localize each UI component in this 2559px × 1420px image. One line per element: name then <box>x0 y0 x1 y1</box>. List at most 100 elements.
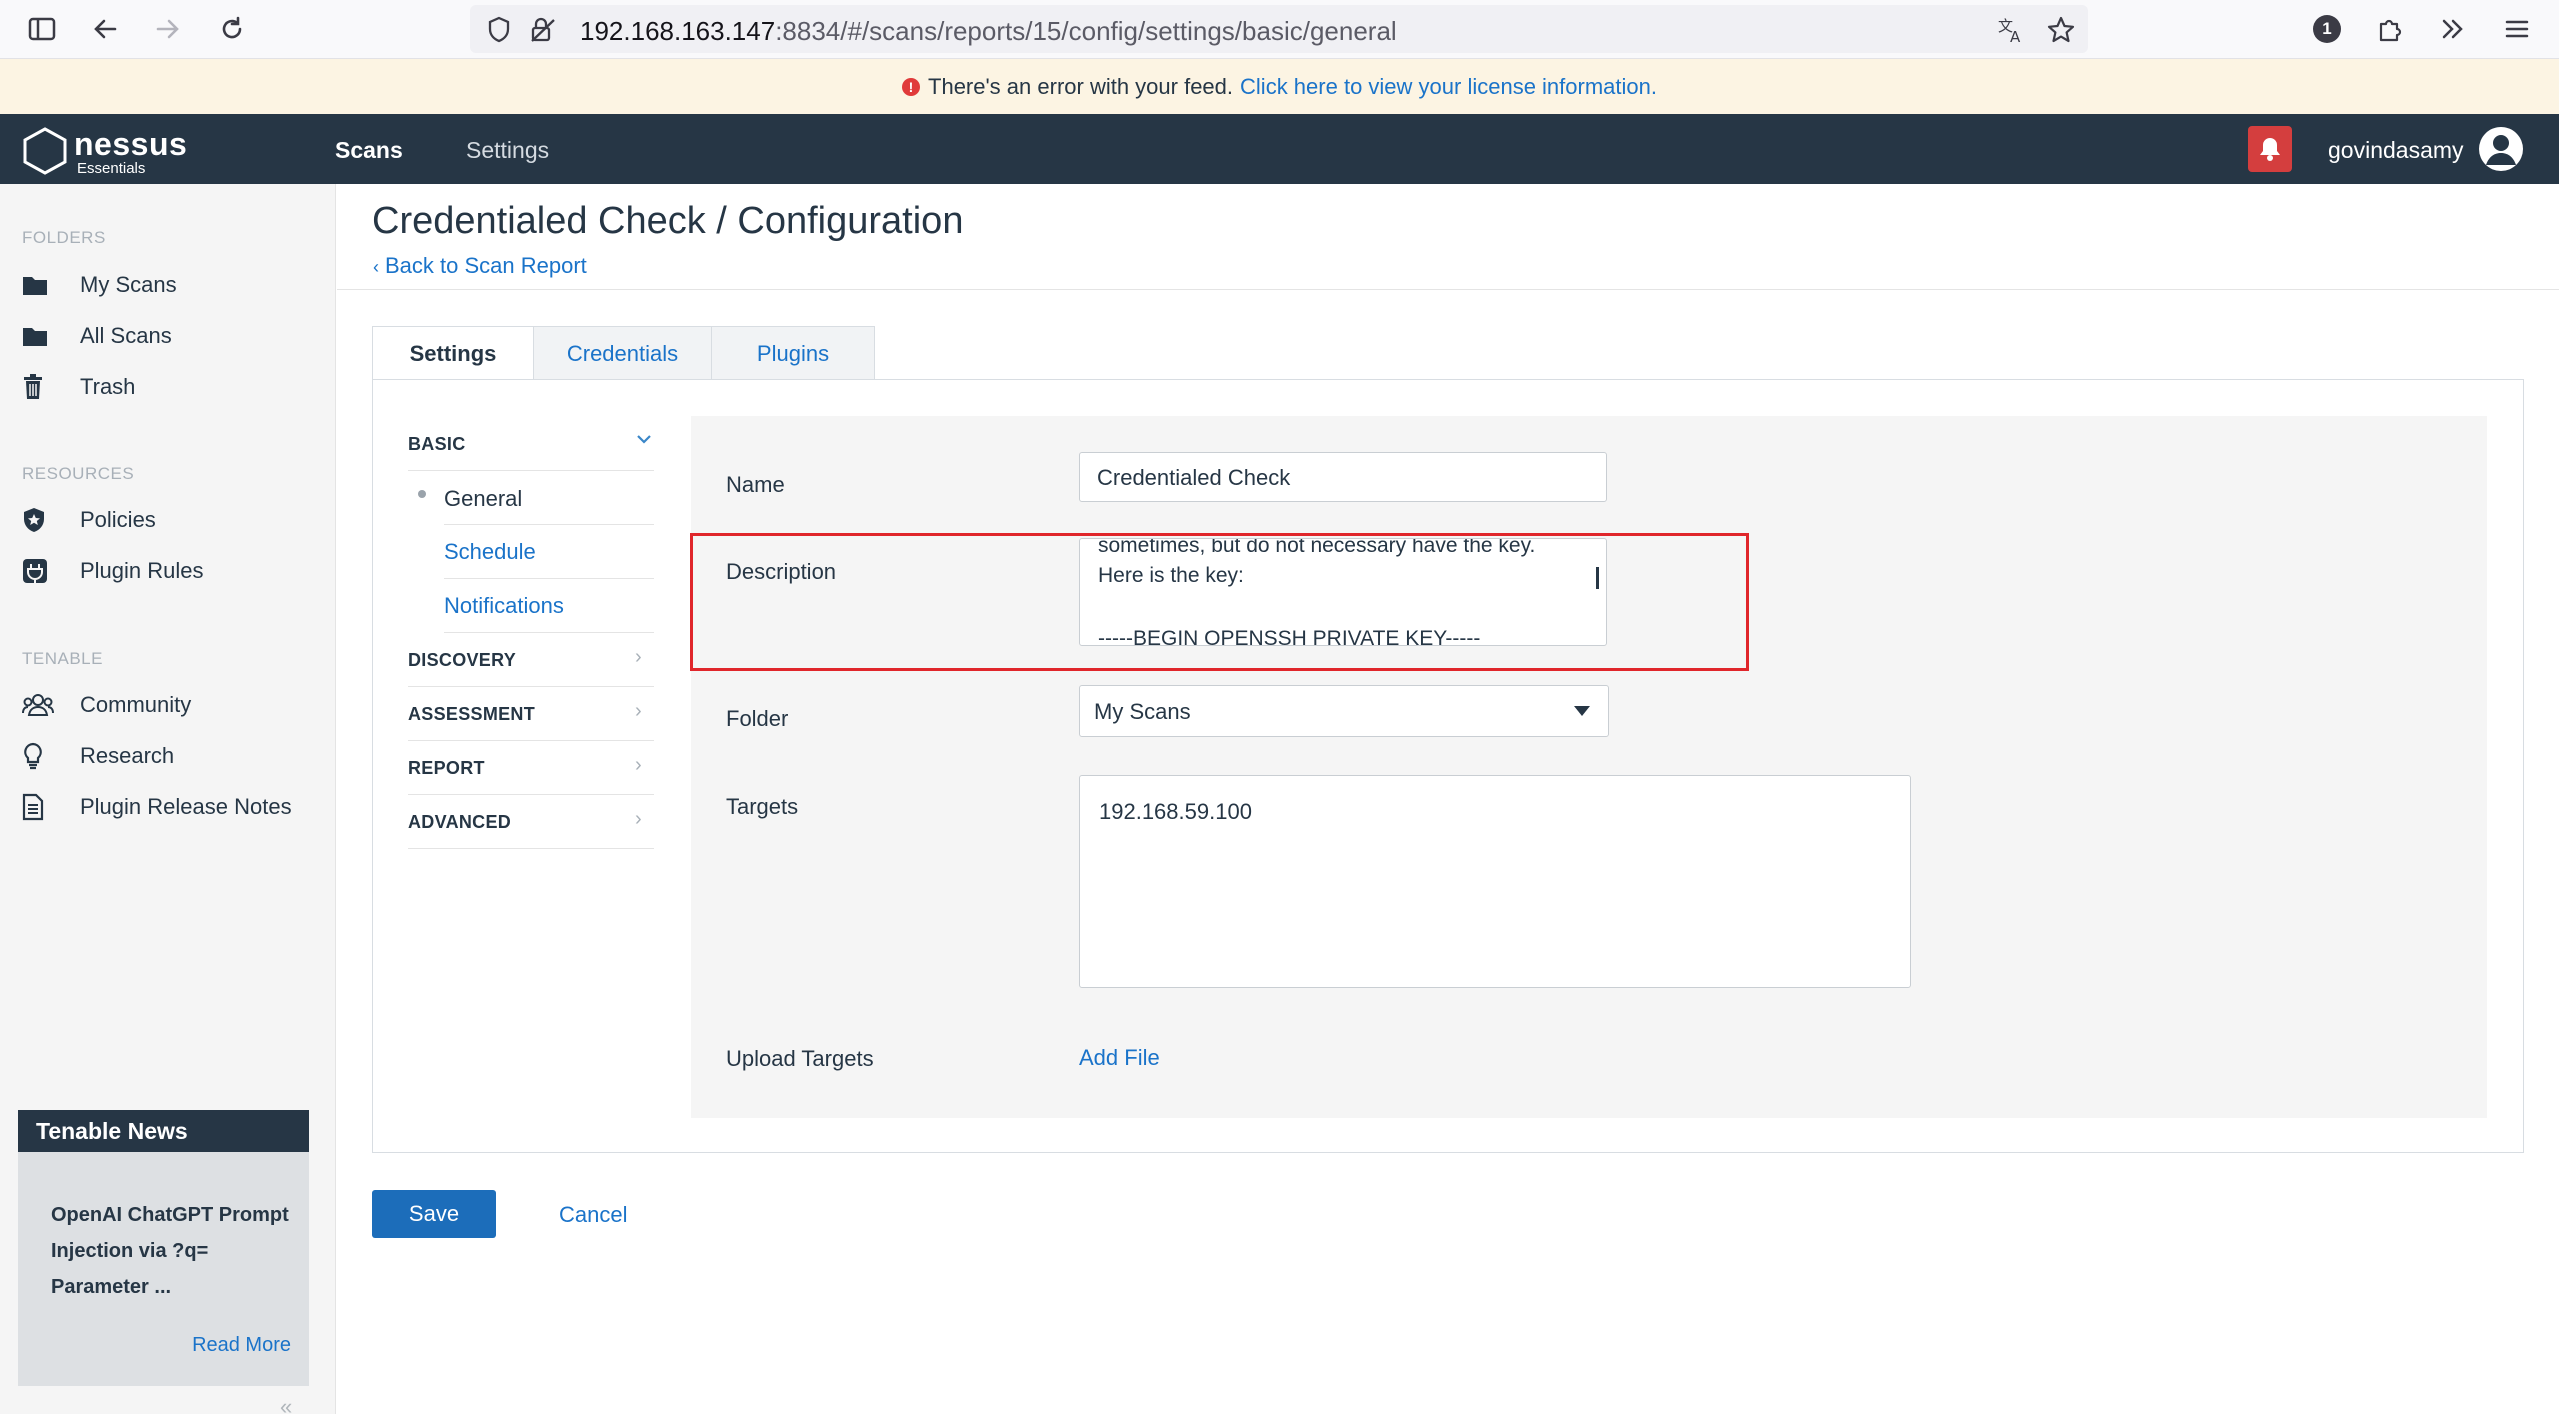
back-to-scan-report-link[interactable]: ‹ Back to Scan Report <box>373 253 587 279</box>
url-path: :8834/#/scans/reports/15/config/settings… <box>775 16 1397 46</box>
community-users-icon <box>22 690 60 720</box>
url-bar[interactable]: 192.168.163.147:8834/#/scans/reports/15/… <box>470 5 2088 53</box>
lock-warning-icon[interactable] <box>528 15 558 45</box>
sidebar-item-label: All Scans <box>80 323 172 348</box>
lightbulb-icon <box>22 741 60 771</box>
subnav-item-schedule-label: Schedule <box>444 539 536 564</box>
sidebar-heading-tenable: TENABLE <box>22 649 103 668</box>
chevron-right-icon: › <box>635 754 642 776</box>
nav-settings[interactable]: Settings <box>466 137 549 164</box>
cancel-link[interactable]: Cancel <box>559 1202 627 1228</box>
chevron-right-icon: › <box>635 700 642 722</box>
subnav-discovery-label: DISCOVERY <box>408 650 517 670</box>
sidebar-item-policies[interactable]: Policies <box>22 500 156 540</box>
tenable-news-widget: Tenable News OpenAI ChatGPT Prompt Injec… <box>18 1110 309 1386</box>
sidebar-item-label: Trash <box>80 374 136 399</box>
subnav-advanced-label: ADVANCED <box>408 812 512 832</box>
overflow-chevrons-icon[interactable] <box>2433 9 2473 49</box>
user-avatar-icon[interactable] <box>2479 127 2523 171</box>
name-label: Name <box>726 472 785 497</box>
hexagon-logo-icon <box>23 127 67 175</box>
folder-select[interactable]: My Scans <box>1079 685 1609 737</box>
sidebar-toggle-icon[interactable] <box>22 9 62 49</box>
nav-scans[interactable]: Scans <box>335 137 403 164</box>
sidebar-item-label: Plugin Release Notes <box>80 794 292 819</box>
caret-down-icon <box>1574 706 1590 716</box>
translate-icon[interactable]: 文A <box>1996 15 2026 45</box>
document-icon <box>22 792 60 822</box>
tab-settings[interactable]: Settings <box>372 326 534 381</box>
subnav-item-notifications-label: Notifications <box>444 593 564 618</box>
sidebar-item-my-scans[interactable]: My Scans <box>22 265 177 305</box>
banner-message: There's an error with your feed. <box>928 73 1234 99</box>
save-button[interactable]: Save <box>372 1190 496 1238</box>
sidebar-item-plugin-release-notes[interactable]: Plugin Release Notes <box>22 787 292 827</box>
svg-text:A: A <box>2010 28 2021 45</box>
policy-shield-icon <box>22 505 60 535</box>
chevron-right-icon: › <box>635 808 642 830</box>
sidebar-heading-resources: RESOURCES <box>22 464 135 483</box>
folder-icon <box>22 321 60 351</box>
subnav-assessment-label: ASSESSMENT <box>408 704 536 724</box>
reload-icon[interactable] <box>212 9 252 49</box>
targets-textarea[interactable]: 192.168.59.100 <box>1079 775 1911 988</box>
plugin-rules-icon <box>22 556 60 586</box>
extension-badge: 1 <box>2313 15 2341 43</box>
sidebar-item-label: Community <box>80 692 192 717</box>
back-arrow-icon[interactable] <box>85 9 125 49</box>
targets-label: Targets <box>726 794 799 819</box>
forward-arrow-icon[interactable] <box>148 9 188 49</box>
hamburger-menu-icon[interactable] <box>2497 9 2537 49</box>
sidebar-item-plugin-rules[interactable]: Plugin Rules <box>22 551 204 591</box>
subnav-report-label: REPORT <box>408 758 485 778</box>
upload-targets-label: Upload Targets <box>726 1046 874 1071</box>
username[interactable]: govindasamy <box>2328 137 2464 164</box>
browser-toolbar: 192.168.163.147:8834/#/scans/reports/15/… <box>0 0 2559 59</box>
chevron-right-icon: › <box>635 646 642 668</box>
license-info-link[interactable]: Click here to view your license informat… <box>1240 74 1657 100</box>
bullet-icon <box>418 490 426 498</box>
feed-error-banner: ! There's an error with your feed. Click… <box>0 59 2559 114</box>
news-read-more-link[interactable]: Read More <box>192 1334 291 1357</box>
sidebar-item-trash[interactable]: Trash <box>22 367 135 407</box>
subnav-item-general-label: General <box>444 486 523 511</box>
divider <box>337 289 2559 290</box>
extension-badge-icon[interactable]: 1 <box>2307 9 2347 49</box>
sidebar-item-research[interactable]: Research <box>22 736 174 776</box>
shield-icon[interactable] <box>484 15 514 45</box>
extensions-puzzle-icon[interactable] <box>2370 9 2410 49</box>
app-header: nessus Essentials Scans Settings govinda… <box>0 114 2559 184</box>
sidebar-item-community[interactable]: Community <box>22 685 191 725</box>
tab-plugins[interactable]: Plugins <box>711 326 875 380</box>
bell-icon <box>2260 138 2280 161</box>
name-input[interactable]: Credentialed Check <box>1079 452 1607 502</box>
folder-select-value: My Scans <box>1094 699 1191 724</box>
chevron-down-icon <box>636 428 652 451</box>
sidebar: FOLDERS My Scans All Scans Trash RESOURC… <box>0 184 336 1419</box>
general-settings-form <box>691 416 2487 1118</box>
sidebar-heading-folders: FOLDERS <box>22 228 106 247</box>
page-title: Credentialed Check / Configuration <box>372 200 964 242</box>
tab-credentials[interactable]: Credentials <box>533 326 712 380</box>
news-heading: Tenable News <box>18 1110 309 1152</box>
sidebar-item-all-scans[interactable]: All Scans <box>22 316 172 356</box>
folder-icon <box>22 270 60 300</box>
nessus-logo[interactable]: nessus Essentials <box>20 124 200 177</box>
error-icon: ! <box>902 77 921 96</box>
logo-subtitle: Essentials <box>77 160 146 177</box>
add-file-link[interactable]: Add File <box>1079 1045 1160 1071</box>
trash-icon <box>22 372 60 402</box>
sidebar-item-label: Research <box>80 743 175 768</box>
folder-label: Folder <box>726 706 789 731</box>
notifications-button[interactable] <box>2248 126 2292 172</box>
chevron-left-icon: ‹ <box>373 257 379 277</box>
logo-word: nessus <box>74 126 188 162</box>
sidebar-item-label: Plugin Rules <box>80 558 204 583</box>
back-link-label: Back to Scan Report <box>385 253 587 278</box>
url-host: 192.168.163.147 <box>580 16 776 46</box>
url-text: 192.168.163.147:8834/#/scans/reports/15/… <box>580 16 1397 47</box>
highlight-annotation-box <box>690 533 1749 671</box>
news-article-title[interactable]: OpenAI ChatGPT Prompt Injection via ?q= … <box>51 1197 291 1305</box>
collapse-sidebar-icon[interactable]: « <box>280 1394 292 1420</box>
bookmark-star-icon[interactable] <box>2046 15 2076 45</box>
